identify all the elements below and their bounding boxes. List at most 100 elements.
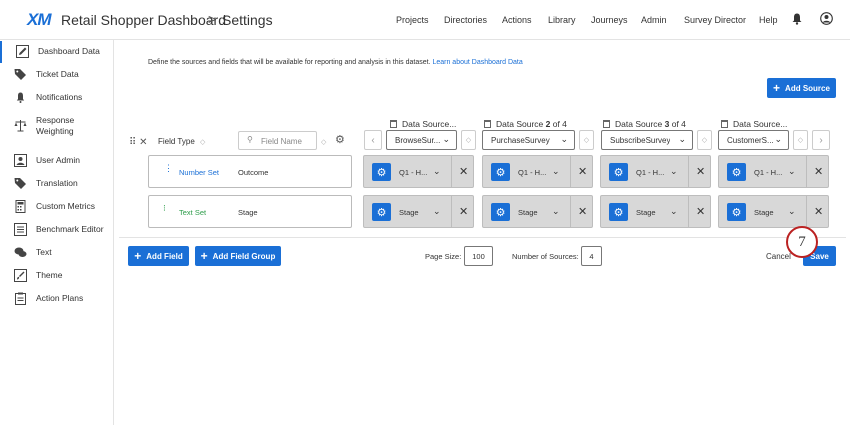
nav-journeys[interactable]: Journeys: [591, 15, 628, 25]
chevron-down-icon[interactable]: ⌄: [788, 166, 796, 177]
add-field-group-button[interactable]: + Add Field Group: [195, 246, 281, 266]
next-sources-button[interactable]: ›: [812, 130, 830, 150]
field-mapping-cell[interactable]: ⚙ Q1 - H... ⌄ ✕: [363, 155, 474, 188]
gear-icon[interactable]: ⚙: [727, 163, 746, 181]
field-mapping-cell[interactable]: ⚙ Stage ⌄ ✕: [482, 195, 593, 228]
sidebar-item-benchmark-editor[interactable]: Benchmark Editor: [0, 219, 113, 241]
data-source-header-4: Data Source...: [721, 119, 787, 129]
close-icon[interactable]: ✕: [578, 205, 587, 218]
sidebar-item-theme[interactable]: Theme: [0, 265, 113, 287]
gear-icon[interactable]: ⚙: [609, 163, 628, 181]
description-text: Define the sources and fields that will …: [148, 59, 431, 66]
user-account-icon[interactable]: [820, 12, 833, 25]
chevron-down-icon[interactable]: ⌄: [433, 166, 441, 177]
bell-icon: [16, 92, 25, 103]
sort-button[interactable]: ◇: [697, 130, 712, 150]
sort-button[interactable]: ◇: [579, 130, 594, 150]
gear-icon[interactable]: ⚙: [372, 163, 391, 181]
close-icon[interactable]: ✕: [696, 205, 705, 218]
nav-admin[interactable]: Admin: [641, 15, 667, 25]
gear-icon[interactable]: ⚙: [609, 203, 628, 221]
breadcrumb-separator: >: [208, 11, 217, 27]
sort-icon[interactable]: ◇: [200, 138, 205, 146]
field-type-value[interactable]: Text Set: [179, 208, 206, 217]
field-mapping-cell[interactable]: ⚙ Stage ⌄ ✕: [600, 195, 711, 228]
sidebar-item-ticket-data[interactable]: Ticket Data: [0, 64, 113, 86]
gear-icon[interactable]: ⚙: [372, 203, 391, 221]
sort-button[interactable]: ◇: [461, 130, 476, 150]
chevron-down-icon[interactable]: ⌄: [670, 166, 678, 177]
chevron-down-icon: ⌄: [774, 134, 782, 144]
field-type-value[interactable]: Number Set: [179, 168, 219, 177]
field-name-search-input[interactable]: ⚲ Field Name: [238, 131, 317, 150]
xm-logo[interactable]: XM: [27, 10, 51, 30]
sidebar-item-notifications[interactable]: Notifications: [0, 87, 113, 109]
chevron-down-icon[interactable]: ⌄: [788, 206, 796, 217]
gears-icon[interactable]: ⚙: [335, 133, 345, 146]
chevron-down-icon[interactable]: ⌄: [552, 206, 560, 217]
learn-more-link[interactable]: Learn about Dashboard Data: [432, 59, 522, 66]
tags-icon: [14, 69, 26, 80]
text-set-icon: ⁝: [163, 203, 166, 213]
sidebar-item-translation[interactable]: Translation: [0, 173, 113, 195]
sidebar-item-user-admin[interactable]: User Admin: [0, 150, 113, 172]
sort-icon[interactable]: ◇: [321, 138, 326, 146]
field-mapping-cell[interactable]: ⚙ Q1 - H... ⌄ ✕: [718, 155, 829, 188]
sidebar-item-dashboard-data[interactable]: Dashboard Data: [0, 41, 113, 63]
nav-projects[interactable]: Projects: [396, 15, 429, 25]
close-icon[interactable]: ✕: [696, 165, 705, 178]
sidebar-item-action-plans[interactable]: Action Plans: [0, 288, 113, 310]
sidebar-item-label: Translation: [36, 178, 78, 188]
sidebar-item-custom-metrics[interactable]: Custom Metrics: [0, 196, 113, 218]
close-icon[interactable]: ✕: [814, 165, 823, 178]
number-of-sources-input[interactable]: 4: [581, 246, 602, 266]
data-source-select-4[interactable]: CustomerS... ⌄: [718, 130, 789, 150]
data-source-select-2[interactable]: PurchaseSurvey ⌄: [482, 130, 575, 150]
calendar-icon: [484, 120, 491, 128]
drag-handle-close-icon[interactable]: ⠿ ✕: [129, 137, 147, 148]
field-name-value[interactable]: Outcome: [238, 168, 268, 177]
close-icon[interactable]: ✕: [459, 165, 468, 178]
sort-button[interactable]: ◇: [793, 130, 808, 150]
field-row-stage[interactable]: ⁝ Text Set Stage: [148, 195, 352, 228]
page-description: Define the sources and fields that will …: [148, 59, 523, 66]
bell-icon[interactable]: [792, 13, 802, 25]
chevron-down-icon[interactable]: ⌄: [552, 166, 560, 177]
close-icon[interactable]: ✕: [578, 165, 587, 178]
sidebar-item-label: User Admin: [36, 155, 80, 165]
nav-actions[interactable]: Actions: [502, 15, 532, 25]
sidebar-item-response-weighting[interactable]: Response Weighting: [0, 115, 113, 143]
user-card-icon: [14, 154, 27, 167]
page-size-input[interactable]: 100: [464, 246, 493, 266]
sidebar-item-label: Text: [36, 247, 52, 257]
nav-help[interactable]: Help: [759, 15, 778, 25]
add-field-label: Add Field: [146, 251, 183, 261]
close-icon[interactable]: ✕: [459, 205, 468, 218]
cancel-button[interactable]: Cancel: [766, 252, 791, 261]
gear-icon[interactable]: ⚙: [491, 163, 510, 181]
data-source-select-3[interactable]: SubscribeSurvey ⌄: [601, 130, 693, 150]
data-source-header-3: Data Source 3 of 4: [603, 119, 686, 129]
close-icon[interactable]: ✕: [814, 205, 823, 218]
gear-icon[interactable]: ⚙: [727, 203, 746, 221]
nav-directories[interactable]: Directories: [444, 15, 487, 25]
sidebar-item-text[interactable]: Text: [0, 242, 113, 264]
nav-survey-director[interactable]: Survey Director: [684, 15, 746, 25]
nav-library[interactable]: Library: [548, 15, 576, 25]
field-mapping-cell[interactable]: ⚙ Stage ⌄ ✕: [363, 195, 474, 228]
gear-icon[interactable]: ⚙: [491, 203, 510, 221]
data-source-select-1[interactable]: BrowseSur... ⌄: [386, 130, 457, 150]
add-source-button[interactable]: + Add Source: [767, 78, 836, 98]
plus-icon: +: [200, 249, 208, 263]
calendar-icon: [390, 120, 397, 128]
add-field-button[interactable]: + Add Field: [128, 246, 189, 266]
chevron-down-icon[interactable]: ⌄: [433, 206, 441, 217]
clipboard-icon: [15, 292, 26, 305]
field-mapping-cell[interactable]: ⚙ Q1 - H... ⌄ ✕: [482, 155, 593, 188]
chevron-down-icon[interactable]: ⌄: [670, 206, 678, 217]
previous-sources-button[interactable]: ‹: [364, 130, 382, 150]
field-mapping-cell[interactable]: ⚙ Stage ⌄ ✕: [718, 195, 829, 228]
field-name-value[interactable]: Stage: [238, 208, 258, 217]
field-mapping-cell[interactable]: ⚙ Q1 - H... ⌄ ✕: [600, 155, 711, 188]
field-row-outcome[interactable]: ⋮ Number Set Outcome: [148, 155, 352, 188]
